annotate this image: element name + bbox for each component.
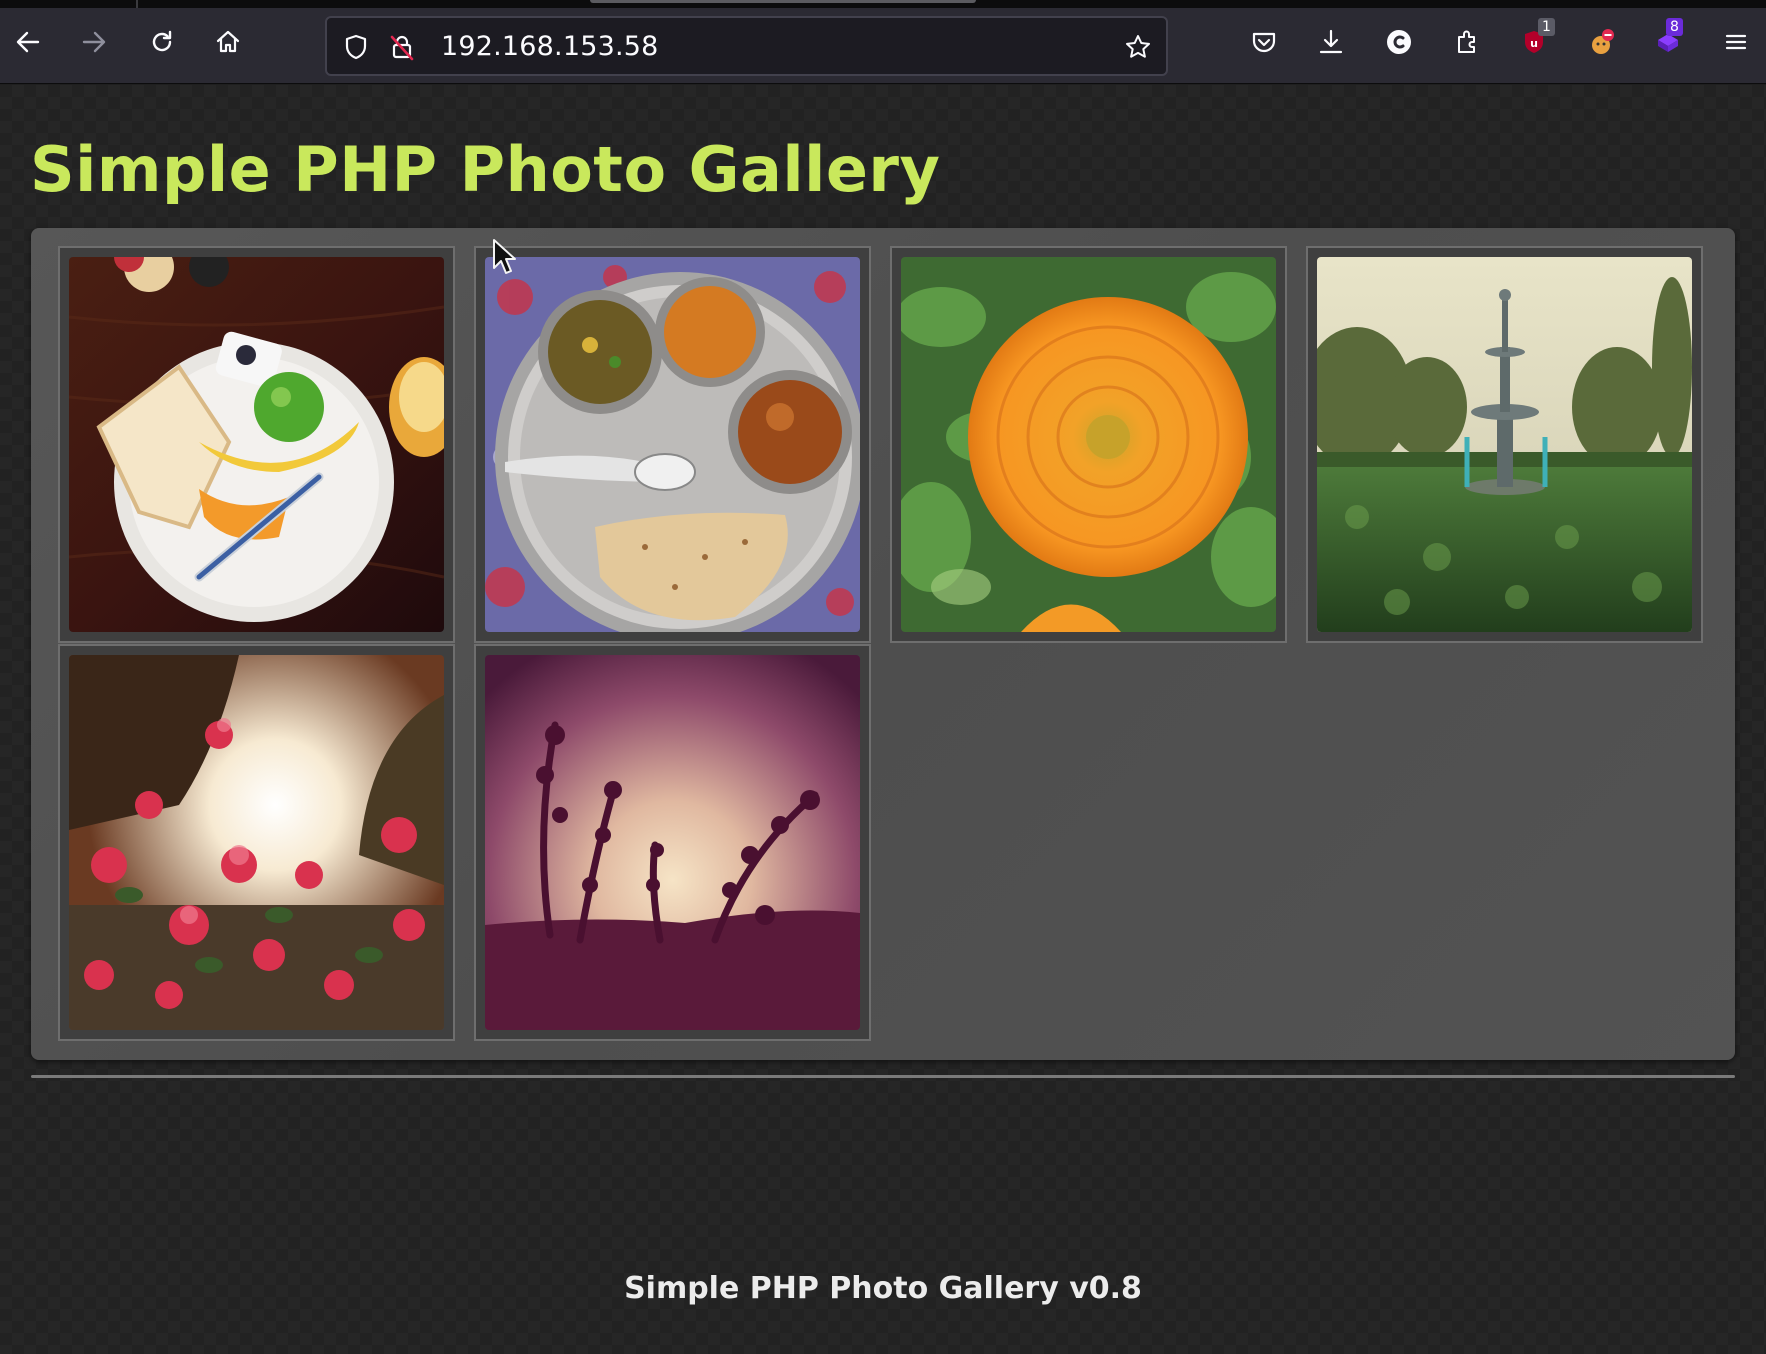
site-security-button[interactable] xyxy=(387,32,417,62)
tracking-protection-button[interactable] xyxy=(341,32,371,62)
hamburger-menu-icon xyxy=(1725,34,1747,50)
thali-image xyxy=(485,257,860,632)
c-circle-icon xyxy=(1387,30,1411,54)
arrow-right-icon xyxy=(82,31,106,53)
fountain-image xyxy=(1317,257,1692,632)
back-button[interactable] xyxy=(8,22,48,62)
svg-text:u: u xyxy=(1530,37,1538,50)
menu-button[interactable] xyxy=(1716,22,1756,62)
pocket-button[interactable] xyxy=(1244,22,1284,62)
home-icon xyxy=(216,30,240,53)
purple-extension-button[interactable]: 8 xyxy=(1648,18,1688,62)
reload-button[interactable] xyxy=(142,22,182,62)
url-text[interactable]: 192.168.153.58 xyxy=(441,31,659,62)
home-button[interactable] xyxy=(208,22,248,62)
photo-bougainvillea-sunset xyxy=(69,655,444,1030)
shield-icon xyxy=(345,34,367,60)
photo-breakfast-plate xyxy=(69,257,444,632)
mouse-cursor-icon xyxy=(493,239,516,274)
forward-button[interactable] xyxy=(74,22,114,62)
photo-plant-silhouette-sunset xyxy=(485,655,860,1030)
blocker-face-icon xyxy=(1592,29,1614,54)
photo-thali-meal xyxy=(485,257,860,632)
ublock-button[interactable]: u 1 xyxy=(1514,18,1555,62)
bougainvillea-image xyxy=(69,655,444,1030)
gallery-panel xyxy=(31,228,1735,1060)
insecure-lock-icon xyxy=(390,35,414,61)
downloads-button[interactable] xyxy=(1311,22,1351,62)
gallery-thumbnail-fountain[interactable] xyxy=(1306,246,1703,643)
orange-flower-image xyxy=(901,257,1276,632)
purple-extension-badge: 8 xyxy=(1666,18,1683,36)
url-bar[interactable]: 192.168.153.58 xyxy=(325,16,1168,76)
reload-icon xyxy=(152,30,172,52)
footer-divider xyxy=(31,1075,1735,1078)
extensions-button[interactable] xyxy=(1447,22,1487,62)
arrow-left-icon xyxy=(16,31,40,53)
breakfast-image xyxy=(69,257,444,632)
gallery-thumbnail-silhouette[interactable] xyxy=(474,644,871,1041)
puzzle-icon xyxy=(1458,30,1475,53)
gallery-thumbnail-thali[interactable] xyxy=(474,246,871,643)
gallery-thumbnail-orange-flower[interactable] xyxy=(890,246,1287,643)
bookmark-button[interactable] xyxy=(1123,32,1153,62)
page-content: Simple PHP Photo Gallery Simple PHP Phot… xyxy=(0,85,1766,1354)
page-title: Simple PHP Photo Gallery xyxy=(30,133,941,206)
photo-orange-flower xyxy=(901,257,1276,632)
tab-separator xyxy=(136,0,138,8)
download-icon xyxy=(1319,29,1343,54)
star-icon xyxy=(1126,35,1150,58)
photo-garden-fountain xyxy=(1317,257,1692,632)
blocker-extension-button[interactable] xyxy=(1581,22,1621,62)
gallery-thumbnail-bougainvillea[interactable] xyxy=(58,644,455,1041)
gallery-thumbnail-breakfast[interactable] xyxy=(58,246,455,643)
pocket-icon xyxy=(1252,32,1276,53)
active-tab-indicator[interactable] xyxy=(590,0,976,3)
silhouette-sunset-image xyxy=(485,655,860,1030)
footer-version: Simple PHP Photo Gallery v0.8 xyxy=(624,1271,1142,1306)
account-extension-button[interactable] xyxy=(1379,22,1419,62)
ublock-count-badge: 1 xyxy=(1538,18,1555,36)
tab-strip xyxy=(0,0,1766,8)
browser-toolbar: 192.168.153.58 u 1 8 xyxy=(0,8,1766,84)
